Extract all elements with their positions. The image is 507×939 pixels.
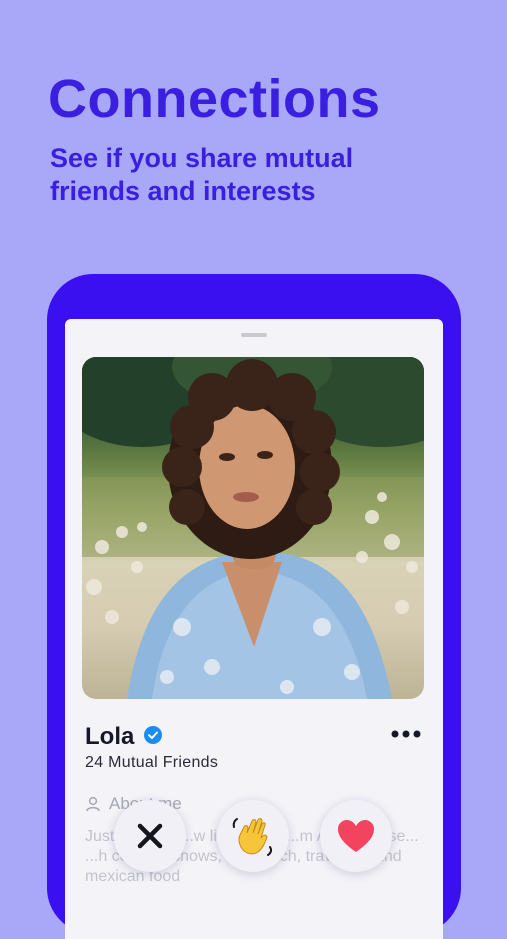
page-subtitle: See if you share mutual friends and inte…: [50, 143, 354, 206]
person-icon: [86, 796, 100, 812]
waving-hand-icon: [232, 818, 273, 856]
page-title: Connections: [48, 69, 381, 129]
mutual-friends-count[interactable]: 24 Mutual Friends: [85, 754, 218, 772]
more-options-icon[interactable]: [391, 727, 421, 741]
profile-name: Lola: [85, 723, 135, 750]
verified-badge-icon: [144, 726, 162, 744]
heart-icon: [338, 820, 374, 852]
close-x-icon: [137, 823, 163, 849]
like-button[interactable]: [320, 800, 392, 872]
sheet-grabber[interactable]: [241, 333, 267, 337]
pass-button[interactable]: [114, 800, 186, 872]
profile-photo[interactable]: [82, 357, 424, 699]
profile-photo-illustration: [82, 357, 424, 699]
wave-button[interactable]: [217, 800, 289, 872]
